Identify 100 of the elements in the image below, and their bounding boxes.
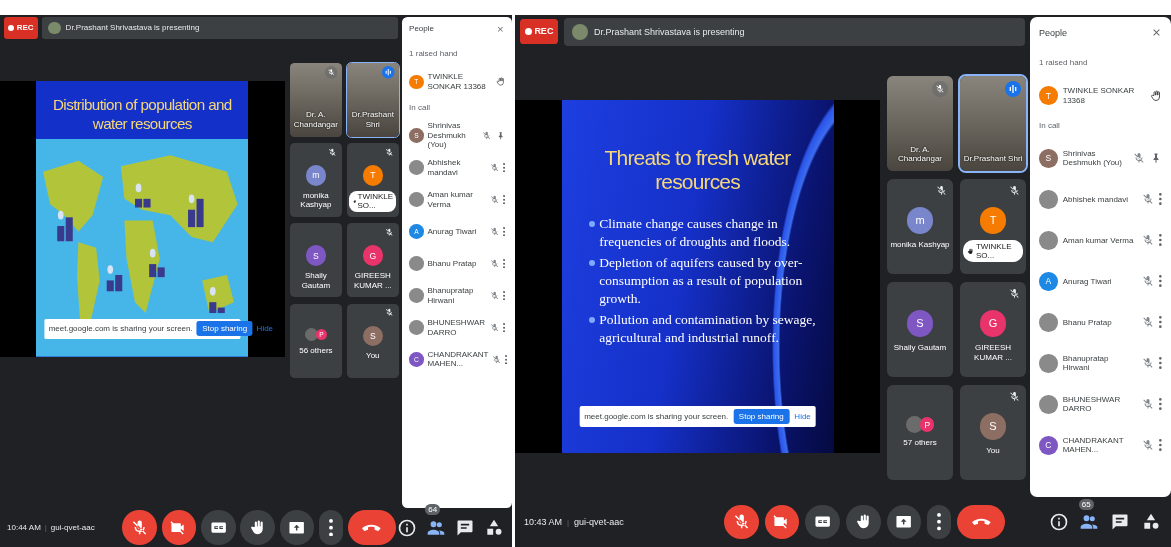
others-count: 56 others: [299, 345, 333, 356]
avatar-initial: G: [979, 310, 1007, 337]
microphone-off-icon: [489, 226, 499, 237]
end-call-button[interactable]: [957, 504, 1006, 540]
more-options-icon[interactable]: [1159, 193, 1162, 206]
more-options-icon[interactable]: [502, 162, 505, 173]
share-message: meet.google.com is sharing your screen.: [48, 324, 193, 334]
speaking-icon: [1005, 81, 1021, 97]
participant-name: Dr.Prashant Shri: [350, 110, 395, 130]
microphone-off-icon: [489, 194, 499, 205]
microphone-button[interactable]: [724, 504, 759, 540]
microphone-off-icon: [1142, 316, 1155, 329]
participant-name: Shrinivas Deshmukh (You): [1062, 148, 1123, 168]
info-icon: [1048, 512, 1069, 532]
avatar-initial: T: [1039, 86, 1058, 105]
participant-name: Dr. A. Chandangar: [292, 110, 339, 130]
more-options-icon[interactable]: [1159, 234, 1162, 247]
end-call-button[interactable]: [347, 510, 396, 545]
microphone-off-icon: [1142, 234, 1155, 247]
hide-button[interactable]: Hide: [794, 411, 811, 421]
avatar-initial: A: [1039, 271, 1058, 291]
more-options-icon[interactable]: [502, 322, 505, 333]
slide-bullet: Pollution and contamination by sewage, agricultural and industrial runoff.: [588, 311, 819, 347]
present-button[interactable]: [886, 504, 922, 540]
avatar-initial: C: [1039, 435, 1058, 455]
more-options-icon[interactable]: [1159, 357, 1162, 370]
avatar-initial: T: [979, 207, 1007, 234]
camera-button[interactable]: [161, 510, 197, 545]
participant-name: GIREESH KUMAR ...: [352, 271, 393, 291]
slide-title: Distribution of population and water resources: [52, 94, 233, 134]
participant-name: monika Kashyap: [890, 240, 950, 250]
avatar-initial: m: [305, 164, 327, 186]
more-options-button[interactable]: [319, 510, 343, 545]
participant-name: Shaily Gautam: [300, 271, 332, 291]
end-call-icon: [971, 518, 991, 526]
stop-sharing-button[interactable]: Stop sharing: [733, 408, 790, 424]
meeting-time: 10:43 AM: [524, 517, 563, 527]
avatar-photo: [905, 416, 923, 433]
microphone-off-icon: [482, 131, 492, 141]
meeting-time: 10:44 AM: [7, 523, 41, 532]
participant-name: GIREESH KUMAR ...: [973, 343, 1013, 363]
avatar-photo: [1039, 230, 1058, 250]
avatar-initial: G: [362, 245, 384, 266]
present-button[interactable]: [279, 510, 315, 545]
more-options-icon[interactable]: [502, 226, 505, 237]
share-message: meet.google.com is sharing your screen.: [584, 411, 729, 421]
participant-name: TWINKLE SO...: [357, 192, 394, 211]
participant-name: Aman kumar Verma: [1062, 235, 1135, 246]
meeting-code: gui-qvet-aac: [574, 517, 624, 527]
avatar-photo: [1039, 353, 1058, 373]
more-options-icon[interactable]: [502, 290, 505, 301]
raise-hand-button[interactable]: [240, 510, 275, 545]
microphone-button[interactable]: [122, 510, 157, 545]
participant-name: Shrinivas Deshmukh (You): [427, 121, 467, 151]
separator: |: [567, 517, 570, 527]
others-count: 57 others: [903, 437, 937, 448]
more-options-icon[interactable]: [502, 258, 505, 269]
captions-button[interactable]: [201, 510, 236, 545]
more-options-icon[interactable]: [505, 354, 508, 365]
participant-name: Abhishek mandavi: [427, 158, 462, 178]
microphone-off-icon: [489, 258, 499, 269]
close-icon[interactable]: [1151, 27, 1162, 38]
more-options-icon[interactable]: [502, 194, 505, 205]
close-icon[interactable]: [496, 24, 505, 34]
participant-name: CHANDRAKANT MAHEN...: [427, 349, 489, 370]
participant-name: BHUNESHWAR DARRO: [1062, 394, 1122, 414]
banner-text: Dr.Prashant Shrivastava is presenting: [65, 23, 200, 33]
avatar-photo: [571, 23, 588, 40]
raise-hand-button[interactable]: [845, 504, 881, 540]
more-options-icon[interactable]: [1159, 316, 1162, 329]
speaking-icon: [382, 66, 395, 79]
captions-button[interactable]: [805, 504, 840, 540]
avatar-photo: [1039, 189, 1058, 209]
avatar-initial: P: [920, 417, 935, 432]
more-options-button[interactable]: [927, 504, 952, 540]
avatar-photo: [48, 21, 61, 35]
microphone-off-icon: [1142, 357, 1155, 370]
avatar-initial: m: [906, 207, 934, 234]
section-heading: In call: [1039, 120, 1061, 130]
slide-bullet: Depletion of aquifers caused by over-consumption as a result of population growth.: [588, 254, 819, 308]
camera-button[interactable]: [764, 504, 800, 540]
participant-count-badge: 65: [1078, 498, 1094, 510]
avatar-photo: [409, 288, 424, 303]
participant-name: You: [366, 351, 380, 361]
microphone-off-icon: [732, 513, 750, 531]
more-options-icon[interactable]: [1159, 439, 1162, 452]
participant-name: Anurag Tiwari: [1062, 276, 1113, 287]
microphone-off-icon: [489, 290, 499, 301]
avatar-photo: [304, 327, 318, 341]
participant-name: You: [986, 446, 1000, 456]
separator: |: [44, 523, 47, 532]
hide-button[interactable]: Hide: [256, 324, 274, 334]
stop-sharing-button[interactable]: Stop sharing: [196, 320, 253, 337]
participant-name: Bhanupratap Hirwani: [427, 285, 475, 306]
more-options-icon[interactable]: [1159, 275, 1162, 288]
avatar-initial: S: [305, 245, 327, 266]
raise-hand-icon: [854, 513, 872, 531]
participant-name: BHUNESHWAR DARRO: [427, 317, 486, 338]
more-options-icon[interactable]: [1159, 398, 1162, 411]
avatar-photo: [409, 320, 424, 335]
